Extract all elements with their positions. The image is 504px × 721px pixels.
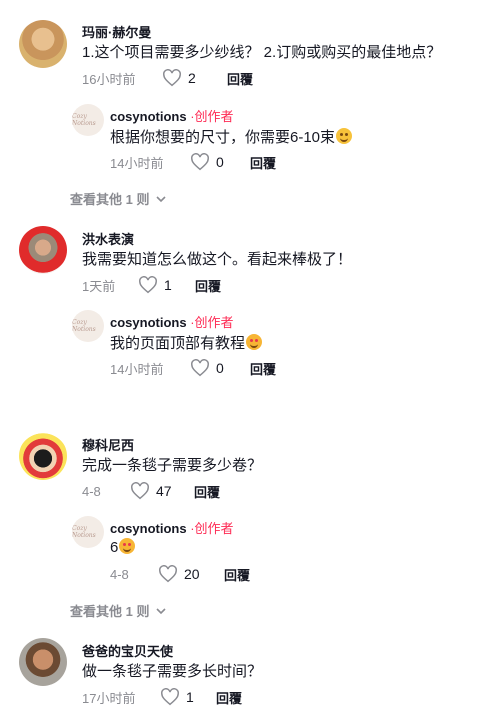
- creator-avatar[interactable]: Cozy Notions: [72, 516, 104, 548]
- like-button[interactable]: 47: [130, 482, 194, 500]
- comment-username[interactable]: 洪水表演: [82, 229, 134, 248]
- reply-time: 14小时前: [110, 155, 164, 171]
- like-count: 1: [186, 689, 194, 705]
- creator-avatar[interactable]: Cozy Notions: [72, 104, 104, 136]
- creator-logo: Cozy Notions: [72, 319, 96, 333]
- like-count: 0: [216, 154, 224, 170]
- comment-meta: 16小时前 2 回覆: [82, 68, 253, 88]
- comment-text: 1.这个项目需要多少纱线？ 2.订购或购买的最佳地点？: [82, 44, 442, 61]
- comment-username[interactable]: 玛丽·赫尔曼: [82, 22, 151, 41]
- comment-time: 1天前: [82, 278, 116, 294]
- view-more-label: 查看其他 1 则: [70, 604, 150, 619]
- user-avatar[interactable]: [19, 226, 67, 274]
- creator-badge: ·创作者: [190, 109, 234, 124]
- heart-icon: [191, 153, 209, 171]
- reply-button[interactable]: 回覆: [224, 565, 250, 584]
- comment-meta: 4-8 47 回覆: [82, 481, 220, 501]
- reply-text-content: 6: [110, 539, 119, 556]
- reply-button[interactable]: 回覆: [250, 359, 276, 378]
- user-avatar[interactable]: [19, 20, 67, 68]
- like-button[interactable]: 1: [160, 688, 216, 706]
- like-count: 20: [184, 566, 200, 582]
- comment-time: 4-8: [82, 483, 101, 499]
- reply-meta: 14小时前 0 回覆: [110, 358, 276, 378]
- comment-meta: 17小时前 1 回覆: [82, 687, 242, 707]
- creator-badge: ·创作者: [190, 521, 234, 536]
- reply-button[interactable]: 回覆: [250, 153, 276, 172]
- reply-text-content: 我的页面顶部有教程: [110, 335, 246, 352]
- chevron-down-icon: [156, 607, 167, 614]
- heart-icon: [139, 276, 157, 294]
- reply-text: 根据你想要的尺寸，你需要6-10束: [110, 126, 353, 147]
- user-avatar[interactable]: [19, 432, 67, 480]
- like-count: 47: [156, 483, 172, 499]
- creator-logo: Cozy Notions: [72, 113, 96, 127]
- heart-icon: [163, 69, 181, 87]
- reply-username-text: cosynotions: [110, 109, 187, 124]
- reply-button[interactable]: 回覆: [227, 69, 253, 88]
- heart-icon: [159, 565, 177, 583]
- reply-button[interactable]: 回覆: [216, 688, 242, 707]
- reply-username[interactable]: cosynotions ·创作者: [110, 106, 234, 125]
- reply-time: 14小时前: [110, 361, 164, 377]
- reply-text: 6: [110, 538, 136, 556]
- like-button[interactable]: 0: [190, 153, 250, 171]
- reply-meta: 14小时前 0 回覆: [110, 152, 276, 172]
- reply-button[interactable]: 回覆: [195, 276, 221, 295]
- comment-time: 16小时前: [82, 71, 136, 87]
- creator-avatar[interactable]: Cozy Notions: [72, 310, 104, 342]
- reply-username-text: cosynotions: [110, 315, 187, 330]
- reply-text-content: 根据你想要的尺寸，你需要6-10束: [110, 129, 336, 146]
- comment-time: 17小时前: [82, 690, 136, 706]
- like-button[interactable]: 0: [190, 359, 250, 377]
- creator-logo: Cozy Notions: [72, 525, 96, 539]
- reply-time: 4-8: [110, 566, 129, 582]
- smiling-face-with-hearts-icon: [119, 538, 136, 554]
- reply-username[interactable]: cosynotions ·创作者: [110, 312, 234, 331]
- hugging-face-icon: [336, 128, 353, 144]
- like-count: 0: [216, 360, 224, 376]
- chevron-down-icon: [156, 195, 167, 202]
- like-count: 2: [188, 70, 196, 86]
- heart-icon: [191, 359, 209, 377]
- view-more-replies[interactable]: 查看其他 1 则: [70, 189, 167, 208]
- comment-text: 完成一条毯子需要多少卷？: [82, 457, 263, 474]
- heart-icon: [131, 482, 149, 500]
- like-count: 1: [164, 277, 172, 293]
- view-more-label: 查看其他 1 则: [70, 192, 150, 207]
- comment-username[interactable]: 爸爸的宝贝天使: [82, 641, 173, 660]
- reply-username[interactable]: cosynotions ·创作者: [110, 518, 234, 537]
- like-button[interactable]: 2: [162, 69, 227, 87]
- user-avatar[interactable]: [19, 638, 67, 686]
- comment-text: 做一条毯子需要多长时间？: [82, 663, 263, 680]
- heart-icon: [161, 688, 179, 706]
- comment-text: 我需要知道怎么做这个。看起来棒极了！: [82, 251, 353, 268]
- like-button[interactable]: 20: [158, 565, 224, 583]
- reply-username-text: cosynotions: [110, 521, 187, 536]
- comment-meta: 1天前 1 回覆: [82, 275, 221, 295]
- creator-badge: ·创作者: [190, 315, 234, 330]
- reply-text: 我的页面顶部有教程: [110, 332, 263, 353]
- smiling-face-with-hearts-icon: [246, 334, 263, 350]
- view-more-replies[interactable]: 查看其他 1 则: [70, 601, 167, 620]
- comment-username[interactable]: 穆科尼西: [82, 435, 134, 454]
- reply-button[interactable]: 回覆: [194, 482, 220, 501]
- reply-meta: 4-8 20 回覆: [110, 564, 250, 584]
- like-button[interactable]: 1: [138, 276, 195, 294]
